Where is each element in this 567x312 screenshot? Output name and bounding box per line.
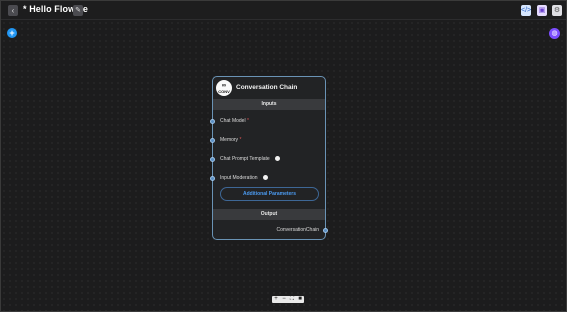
param-label: Chat Model (220, 118, 246, 124)
open-chat-button[interactable]: ◍ (549, 28, 560, 39)
param-chat-prompt-template: Chat Prompt Template (210, 155, 325, 165)
conversation-chain-node[interactable]: ∞ CONV Conversation Chain Inputs Chat Mo… (210, 76, 328, 240)
node-logo-text: CONV (218, 89, 230, 94)
required-marker: * (239, 137, 242, 143)
output-handle[interactable] (323, 228, 328, 233)
edit-title-button[interactable]: ✎ (73, 5, 83, 16)
inputs-section-header: Inputs (213, 99, 325, 110)
additional-parameters-button[interactable]: Additional Parameters (220, 187, 319, 201)
info-icon[interactable] (275, 156, 281, 162)
back-button[interactable]: ‹ (8, 5, 18, 16)
param-label-row: Memory * (220, 137, 241, 143)
node-logo: ∞ CONV (216, 80, 232, 96)
param-label-row: Chat Prompt Template (220, 156, 281, 162)
fit-view-button[interactable]: ⛶ (288, 296, 296, 303)
chat-icon: ◍ (551, 30, 558, 37)
required-marker: * (246, 118, 249, 124)
lock-button[interactable]: ■ (296, 296, 304, 303)
param-label: Memory (220, 137, 239, 143)
node-header: ∞ CONV Conversation Chain (213, 77, 325, 99)
save-chatflow-button[interactable]: ▣ (537, 5, 547, 16)
code-icon: </> (521, 7, 532, 14)
input-handle[interactable] (210, 138, 215, 143)
pencil-icon: ✎ (75, 7, 81, 14)
param-label-row: Input Moderation (220, 175, 268, 181)
output-section-header: Output (213, 209, 325, 220)
plus-icon: + (9, 28, 15, 38)
zoom-in-button[interactable]: + (272, 296, 280, 303)
param-input-moderation: Input Moderation (210, 174, 325, 184)
api-code-button[interactable]: </> (521, 5, 531, 16)
node-title: Conversation Chain (236, 84, 298, 91)
output-label: ConversationChain (276, 227, 319, 233)
top-bar: ‹ * Hello Flowise ✎ </> ▣ ⚙ (1, 1, 566, 20)
input-handle[interactable] (210, 157, 215, 162)
canvas-controls: + − ⛶ ■ (272, 296, 304, 303)
save-icon: ▣ (538, 7, 546, 14)
param-chat-model: Chat Model * (210, 117, 325, 127)
param-label: Input Moderation (220, 175, 258, 181)
param-memory: Memory * (210, 136, 325, 146)
chevron-left-icon: ‹ (11, 6, 15, 15)
info-icon[interactable] (262, 175, 268, 181)
output-conversation-chain: ConversationChain (213, 226, 328, 236)
param-label: Chat Prompt Template (220, 156, 270, 162)
input-handle[interactable] (210, 119, 215, 124)
settings-icon: ⚙ (553, 7, 561, 14)
zoom-out-button[interactable]: − (280, 296, 288, 303)
param-label-row: Chat Model * (220, 118, 249, 124)
add-node-button[interactable]: + (7, 28, 17, 38)
input-handle[interactable] (210, 176, 215, 181)
settings-button[interactable]: ⚙ (552, 5, 562, 16)
